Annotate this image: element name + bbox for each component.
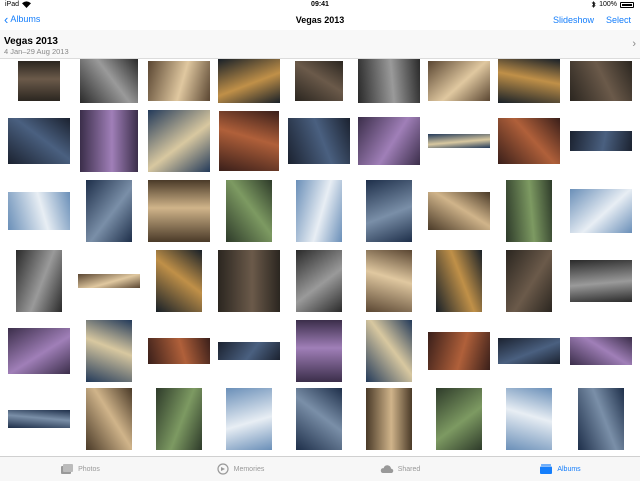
photo-thumbnail[interactable]: [428, 134, 490, 148]
photos-icon: [61, 464, 74, 474]
photo-thumbnail[interactable]: [428, 61, 490, 101]
status-bar: iPad 09:41 100%: [0, 0, 640, 10]
photo-thumbnail[interactable]: [366, 388, 412, 450]
photo-thumbnail[interactable]: [156, 388, 202, 450]
chevron-left-icon: ‹: [4, 11, 9, 27]
nav-title: Vegas 2013: [295, 15, 345, 25]
photo-thumbnail[interactable]: [358, 117, 420, 165]
photo-thumbnail[interactable]: [295, 61, 343, 101]
photo-thumbnail[interactable]: [80, 110, 138, 172]
photo-thumbnail[interactable]: [570, 260, 632, 302]
photo-thumbnail[interactable]: [428, 332, 490, 370]
photo-grid: [0, 58, 640, 456]
photo-thumbnail[interactable]: [428, 192, 490, 230]
tab-memories-label: Memories: [233, 465, 265, 473]
photo-thumbnail[interactable]: [498, 59, 560, 103]
tab-shared[interactable]: Shared: [320, 457, 480, 481]
tab-shared-label: Shared: [397, 465, 421, 473]
photo-thumbnail[interactable]: [570, 189, 632, 233]
photo-thumbnail[interactable]: [16, 250, 62, 312]
photo-thumbnail[interactable]: [226, 388, 272, 450]
tab-photos[interactable]: Photos: [0, 457, 160, 481]
tab-bar: Photos Memories Shared Albums: [0, 456, 640, 481]
photo-thumbnail[interactable]: [8, 328, 70, 374]
photo-thumbnail[interactable]: [570, 131, 632, 151]
photo-thumbnail[interactable]: [156, 250, 202, 312]
photo-thumbnail[interactable]: [226, 180, 272, 242]
chevron-right-icon: ›: [632, 38, 636, 50]
photo-thumbnail[interactable]: [219, 111, 279, 171]
photo-thumbnail[interactable]: [218, 59, 280, 103]
photo-thumbnail[interactable]: [8, 410, 70, 428]
photo-thumbnail[interactable]: [366, 320, 412, 382]
slideshow-button[interactable]: Slideshow: [553, 15, 594, 25]
photo-thumbnail[interactable]: [8, 118, 70, 164]
photo-thumbnail[interactable]: [506, 388, 552, 450]
photo-thumbnail[interactable]: [570, 61, 632, 101]
back-label: Albums: [10, 14, 41, 24]
photo-thumbnail[interactable]: [296, 388, 342, 450]
photo-thumbnail[interactable]: [8, 192, 70, 230]
photo-thumbnail[interactable]: [436, 388, 482, 450]
moment-header[interactable]: Vegas 2013 4 Jan–29 Aug 2013 ›: [0, 30, 640, 59]
navigation-bar: ‹ Albums Vegas 2013 Slideshow Select: [0, 10, 640, 30]
photo-thumbnail[interactable]: [296, 250, 342, 312]
photo-thumbnail[interactable]: [296, 180, 342, 242]
photo-thumbnail[interactable]: [288, 118, 350, 164]
status-time: 09:41: [311, 1, 329, 8]
photo-thumbnail[interactable]: [498, 118, 560, 164]
moment-date-range: 4 Jan–29 Aug 2013: [4, 47, 69, 56]
photo-thumbnail[interactable]: [436, 250, 482, 312]
status-right: 100%: [591, 1, 634, 8]
photo-thumbnail[interactable]: [148, 110, 210, 172]
tab-albums[interactable]: Albums: [480, 457, 640, 481]
photo-thumbnail[interactable]: [296, 320, 342, 382]
tab-albums-label: Albums: [557, 465, 581, 473]
select-button[interactable]: Select: [606, 15, 631, 25]
photo-thumbnail[interactable]: [366, 180, 412, 242]
photo-thumbnail[interactable]: [148, 61, 210, 101]
photo-thumbnail[interactable]: [506, 250, 552, 312]
moment-title: Vegas 2013: [4, 36, 58, 47]
cloud-icon: [380, 465, 393, 473]
photo-thumbnail[interactable]: [148, 180, 210, 242]
albums-icon: [540, 464, 553, 474]
tab-photos-label: Photos: [78, 465, 100, 473]
memories-icon: [217, 463, 229, 475]
photo-thumbnail[interactable]: [86, 320, 132, 382]
photo-thumbnail[interactable]: [148, 338, 210, 364]
bluetooth-icon: [591, 1, 596, 8]
photo-thumbnail[interactable]: [86, 180, 132, 242]
photo-thumbnail[interactable]: [506, 180, 552, 242]
photo-thumbnail[interactable]: [498, 338, 560, 364]
albums-back-button[interactable]: ‹ Albums: [4, 11, 41, 27]
photo-thumbnail[interactable]: [358, 59, 420, 103]
tab-memories[interactable]: Memories: [160, 457, 320, 481]
photo-thumbnail[interactable]: [578, 388, 624, 450]
photo-thumbnail[interactable]: [570, 337, 632, 365]
photo-thumbnail[interactable]: [18, 61, 60, 101]
photo-thumbnail[interactable]: [218, 342, 280, 360]
photo-thumbnail[interactable]: [80, 59, 138, 103]
photo-thumbnail[interactable]: [218, 250, 280, 312]
photo-thumbnail[interactable]: [366, 250, 412, 312]
photo-thumbnail[interactable]: [78, 274, 140, 288]
battery-percent: 100%: [599, 1, 617, 8]
photo-thumbnail[interactable]: [86, 388, 132, 450]
battery-icon: [620, 1, 634, 8]
